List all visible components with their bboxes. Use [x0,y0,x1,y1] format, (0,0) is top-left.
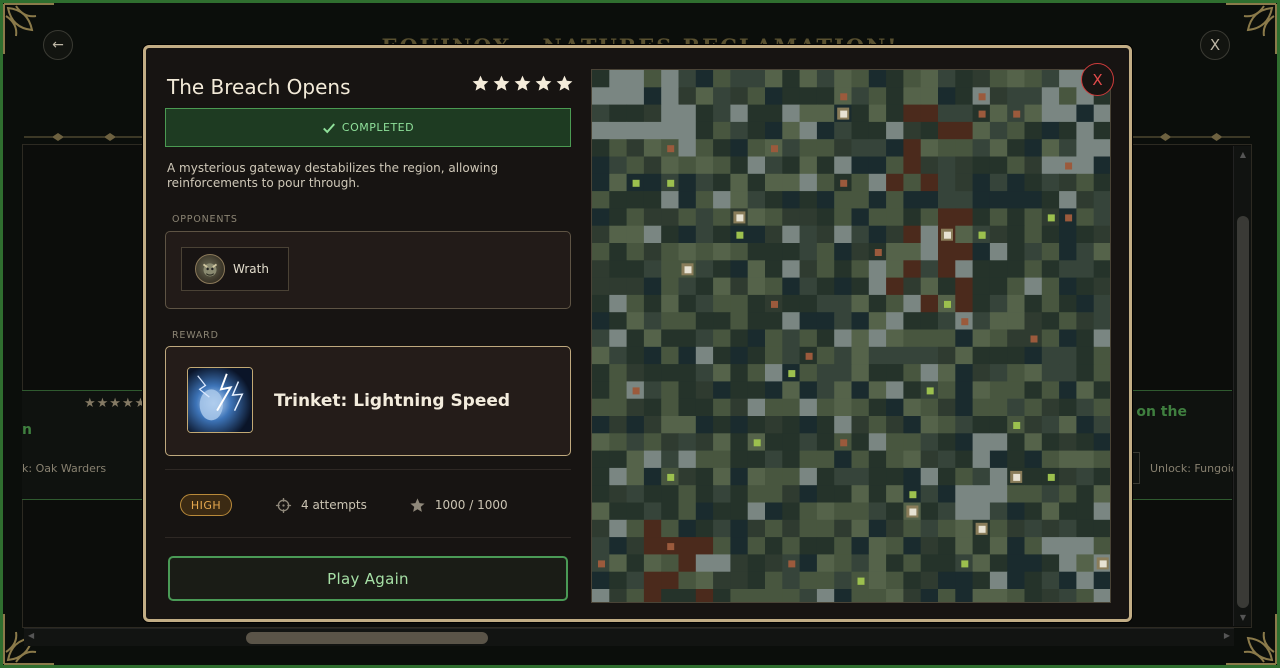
scroll-right-icon[interactable]: ▶ [1224,631,1230,640]
reward-card: Trinket: Lightning Speed [165,346,571,456]
scroll-left-icon[interactable]: ◀ [28,631,34,640]
exit-button[interactable]: X [1200,30,1230,60]
vertical-scrollbar[interactable]: ▲ ▼ [1233,146,1251,626]
reward-heading: REWARD [172,330,219,341]
check-icon [322,122,335,133]
back-button[interactable]: ← [43,30,73,60]
difficulty-badge: HIGH [180,494,232,516]
scrollbar-thumb[interactable] [1237,216,1249,608]
attempts-stat: 4 attempts [275,497,367,514]
level-stats: HIGH 4 attempts 1000 / 1000 [180,492,570,518]
score-stat: 1000 / 1000 [409,497,508,514]
divider-ornament-icon [1132,126,1250,141]
star-icon [492,74,511,93]
level-card-unlock: k: Oak Warders [22,462,107,475]
divider [165,537,571,538]
opponent-name: Wrath [233,262,269,276]
level-card-unlock: Unlock: Fungoid [1150,462,1238,475]
attempts-value: 4 attempts [301,498,367,512]
star-icon [409,497,426,514]
level-card-title[interactable]: n [22,422,32,438]
level-map-preview [591,69,1111,603]
score-value: 1000 / 1000 [434,498,508,512]
opponent-chip[interactable]: Wrath [181,247,289,291]
wrath-avatar-icon [195,254,225,284]
level-description: A mysterious gateway destabilizes the re… [167,161,499,190]
reward-name: Trinket: Lightning Speed [274,391,511,411]
level-card-stars: ★★★★★ [84,396,148,411]
star-icon [513,74,532,93]
star-icon [471,74,490,93]
star-rating [471,74,574,93]
lightning-speed-icon [187,367,253,433]
level-title: The Breach Opens [167,75,351,99]
divider-ornament-icon [24,126,144,141]
scroll-down-icon[interactable]: ▼ [1234,613,1252,622]
scrollbar-thumb[interactable] [246,632,488,644]
opponents-heading: OPPONENTS [172,214,238,225]
play-again-button[interactable]: Play Again [168,556,568,601]
horizontal-scrollbar[interactable]: ◀ ▶ [24,628,1234,646]
level-map-tiles [592,70,1110,602]
scroll-up-icon[interactable]: ▲ [1234,150,1252,159]
opponents-list: Wrath [165,231,571,309]
status-label: COMPLETED [341,121,415,134]
close-button[interactable]: X [1081,63,1114,96]
level-detail-modal: The Breach Opens COMPLETED A mysterious … [143,45,1132,622]
star-icon [555,74,574,93]
crosshair-icon [275,497,292,514]
star-icon [534,74,553,93]
divider [165,469,571,470]
completed-status-banner: COMPLETED [165,108,571,147]
